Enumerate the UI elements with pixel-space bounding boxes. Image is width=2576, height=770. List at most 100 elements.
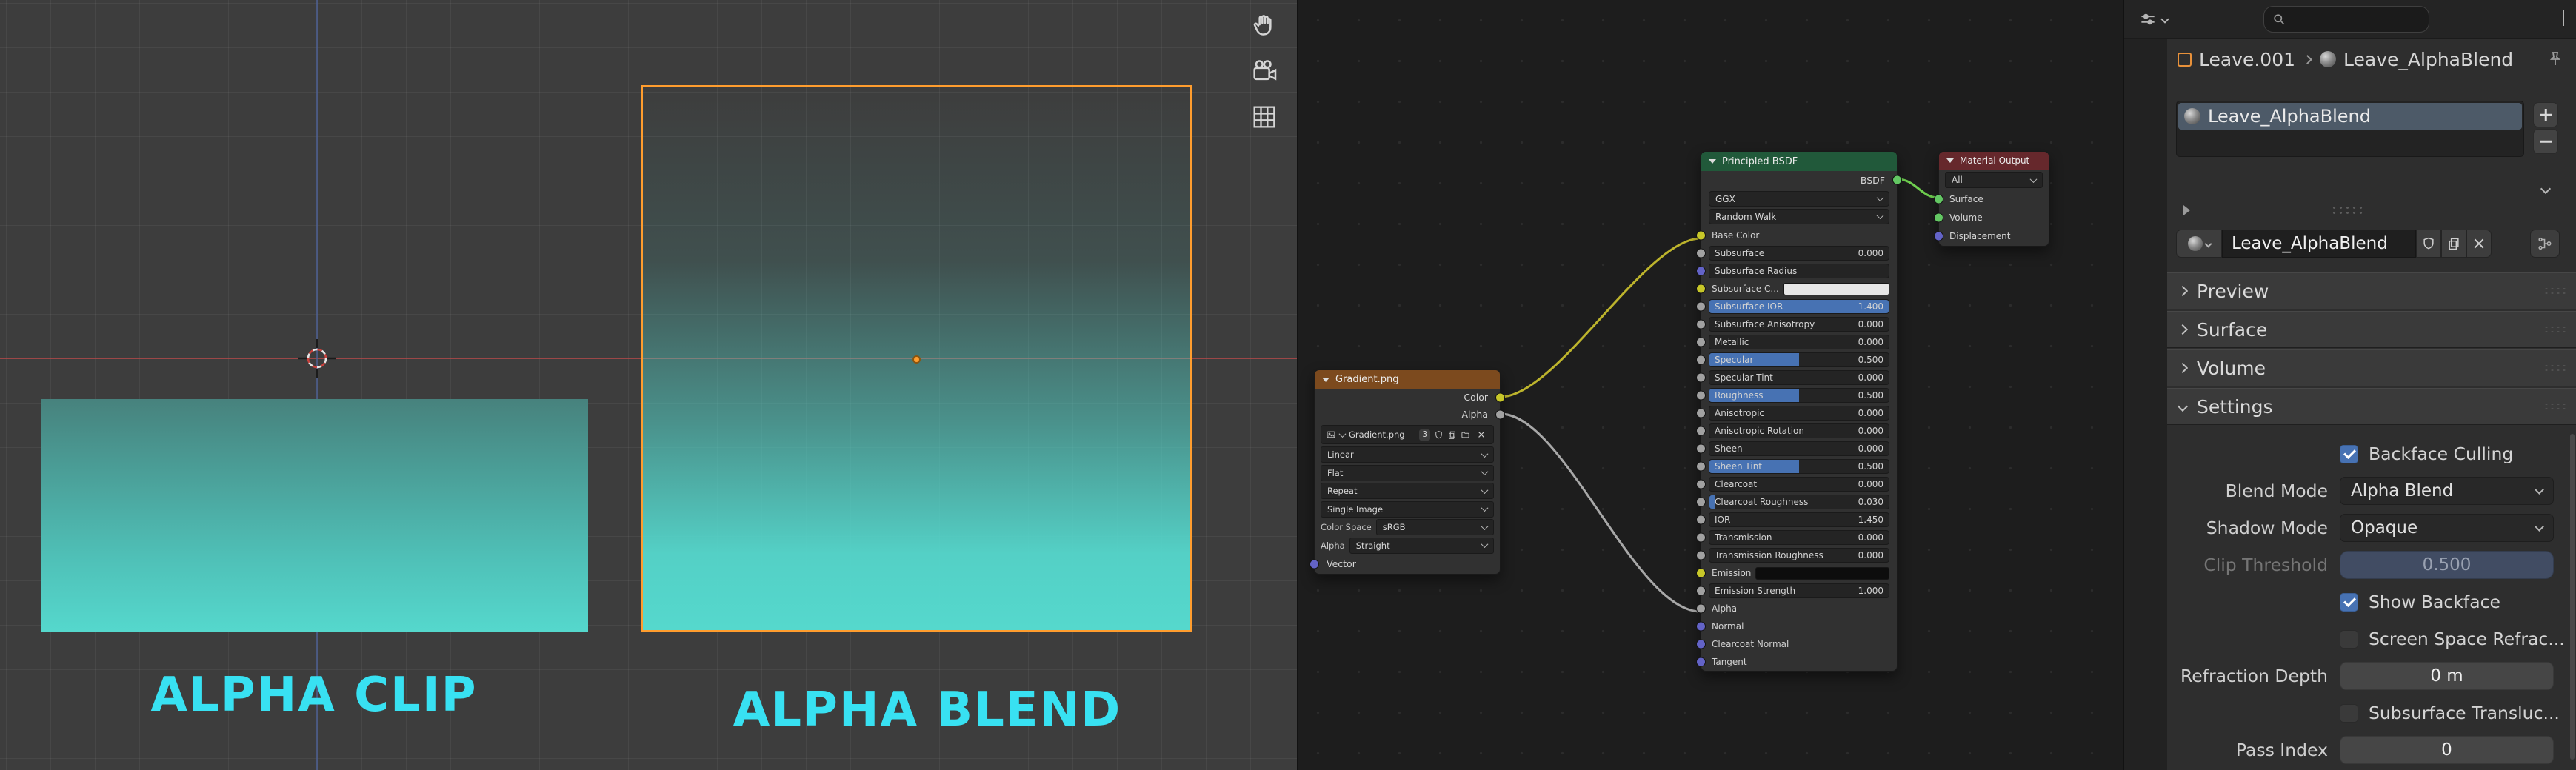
grid-icon[interactable] [1249,102,1279,132]
panel-header-settings-expanded[interactable]: Settings [2167,388,2576,425]
output-socket[interactable] [1495,392,1505,402]
bsdf-input-row[interactable]: Specular Specular 0.500 [1701,351,1897,369]
bsdf-input-row[interactable]: Transmission Transmission 0.000 [1701,529,1897,546]
bsdf-input-row[interactable]: Transmission Roughness Transmission Roug… [1701,546,1897,564]
color-swatch[interactable] [1783,283,1889,295]
bsdf-input-row[interactable]: Subsurface IOR Subsurface IOR 1.400 [1701,298,1897,315]
bsdf-input-row[interactable]: Roughness Roughness 0.500 [1701,386,1897,404]
bsdf-input-row[interactable]: Alpha Alpha [1701,600,1897,617]
bsdf-input-row[interactable]: Sheen Tint Sheen Tint 0.500 [1701,458,1897,475]
value-slider[interactable]: Clearcoat Roughness 0.030 [1709,495,1889,509]
bsdf-input-row[interactable]: IOR IOR 1.450 [1701,511,1897,529]
shader-node-editor[interactable]: Gradient.png Color Alpha Gradient.png 3 [1298,0,2124,770]
principled-bsdf-node[interactable]: Principled BSDF BSDF GGX Random Walk Bas… [1701,151,1898,672]
node-dropdown[interactable]: Flat [1321,465,1494,481]
bsdf-input-row[interactable]: Base Color Base Color [1701,227,1897,244]
collapse-icon[interactable] [1946,158,1954,163]
input-socket[interactable] [1934,194,1943,204]
input-socket[interactable] [1696,569,1706,578]
node-header[interactable]: Principled BSDF [1701,152,1897,171]
value-slider[interactable]: Specular Tint 0.000 [1709,370,1889,385]
header-options-button[interactable] [2563,10,2564,24]
blend-mode-select[interactable]: Alpha Blend [2340,477,2554,505]
color-space-select[interactable]: sRGB [1376,519,1494,535]
bsdf-input-row[interactable]: Tangent Tangent [1701,653,1897,671]
node-header[interactable]: Gradient.png [1315,370,1500,389]
input-socket[interactable] [1696,267,1706,276]
output-socket[interactable] [1495,409,1505,419]
input-socket[interactable] [1696,533,1706,543]
value-slider[interactable]: Subsurface IOR 1.400 [1709,299,1889,314]
image-texture-node[interactable]: Gradient.png Color Alpha Gradient.png 3 [1314,369,1501,575]
folder-icon[interactable] [1461,430,1470,440]
input-socket[interactable] [1696,373,1706,383]
input-socket[interactable] [1696,551,1706,560]
input-socket[interactable] [1696,462,1706,472]
bsdf-input-row[interactable]: Subsurface Subsurface 0.000 [1701,244,1897,262]
material-slot-list[interactable]: Leave_AlphaBlend [2176,101,2524,157]
panel-header-surface[interactable]: Surface [2167,311,2576,348]
value-slider[interactable]: Anisotropic 0.000 [1709,406,1889,421]
value-slider[interactable]: Sheen 0.000 [1709,441,1889,456]
input-socket[interactable] [1696,391,1706,401]
value-slider[interactable]: Transmission 0.000 [1709,530,1889,545]
search-input[interactable] [2263,6,2429,33]
refraction-depth-field[interactable]: 0 m [2340,662,2554,690]
bsdf-input-row[interactable]: Normal Normal [1701,617,1897,635]
panel-drag-grip[interactable] [2543,402,2566,411]
bsdf-input-row[interactable]: Clearcoat Clearcoat 0.000 [1701,475,1897,493]
input-socket[interactable] [1696,249,1706,258]
slot-specials-menu-button[interactable] [2533,179,2558,198]
input-socket[interactable] [1696,640,1706,649]
bsdf-input-row[interactable]: Emission Strength Emission Strength 1.00… [1701,582,1897,600]
input-socket[interactable] [1696,284,1706,294]
new-material-button[interactable] [2441,230,2466,258]
bsdf-input-row[interactable]: Subsurface Anisotropy Subsurface Anisotr… [1701,315,1897,333]
node-dropdown[interactable]: Repeat [1321,483,1494,499]
shield-icon[interactable] [1434,430,1444,440]
node-dropdown[interactable]: Single Image [1321,501,1494,518]
input-socket[interactable] [1696,657,1706,667]
panel-drag-grip[interactable] [2543,287,2566,295]
input-socket[interactable] [1934,212,1943,222]
link-alpha-to-alpha[interactable] [1501,414,1701,612]
pin-icon[interactable] [2546,50,2564,68]
output-socket[interactable] [1892,175,1902,185]
remove-material-slot-button[interactable] [2533,129,2558,154]
alpha-clip-plane[interactable] [41,399,588,632]
input-socket[interactable] [1696,498,1706,507]
value-slider[interactable]: Subsurface Anisotropy 0.000 [1709,317,1889,332]
input-socket[interactable] [1696,302,1706,312]
viewport-3d[interactable]: ALPHA CLIP ALPHA BLEND [0,0,1298,770]
link-color-to-basecolor[interactable] [1501,238,1701,397]
hand-icon[interactable] [1249,10,1279,40]
input-socket[interactable] [1696,586,1706,596]
material-slot-selected[interactable]: Leave_AlphaBlend [2178,103,2522,130]
link-bsdf-to-surface[interactable] [1898,179,1938,198]
unlink-material-button[interactable] [2466,230,2492,258]
bsdf-input-row[interactable]: Sheen Sheen 0.000 [1701,440,1897,458]
bsdf-input-row[interactable]: Emission Emission [1701,564,1897,582]
list-resize-grip[interactable] [2331,205,2363,215]
pass-index-field[interactable]: 0 [2340,736,2554,764]
show-backface-checkbox[interactable] [2340,593,2358,612]
panel-drag-grip[interactable] [2543,364,2566,372]
alpha-mode-select[interactable]: Straight [1349,538,1494,554]
distribution-select[interactable]: GGX [1709,191,1889,207]
browse-material-button[interactable] [2176,230,2222,258]
editor-type-button[interactable] [2132,6,2175,33]
value-slider[interactable]: IOR 1.450 [1709,512,1889,527]
value-slider[interactable]: Subsurface Radius [1709,264,1889,278]
input-socket[interactable] [1696,320,1706,329]
camera-icon[interactable] [1249,56,1279,86]
value-slider[interactable]: Emission Strength 1.000 [1709,583,1889,598]
node-header[interactable]: Material Output [1939,152,2049,170]
input-socket[interactable] [1696,444,1706,454]
bsdf-input-row[interactable]: Clearcoat Roughness Clearcoat Roughness … [1701,493,1897,511]
target-select[interactable]: All [1945,172,2043,188]
value-slider[interactable]: Anisotropic Rotation 0.000 [1709,424,1889,438]
input-socket[interactable] [1696,622,1706,632]
breadcrumb-material[interactable]: Leave_AlphaBlend [2343,49,2513,70]
input-socket[interactable] [1934,231,1943,241]
alpha-blend-text-object[interactable]: ALPHA BLEND [733,683,1122,737]
